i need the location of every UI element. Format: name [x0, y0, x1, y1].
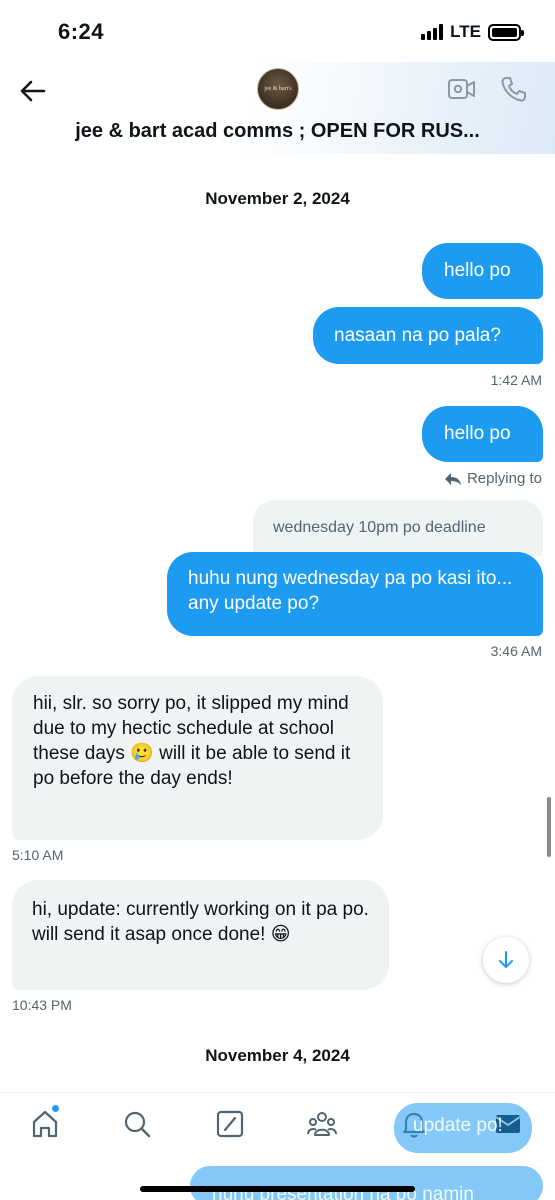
nav-home[interactable] [28, 1107, 62, 1141]
search-icon [124, 1111, 151, 1138]
sent-message[interactable]: hello po [422, 243, 543, 299]
sent-message[interactable]: hello po [422, 406, 543, 462]
status-bar: 6:24 LTE [0, 0, 555, 62]
scroll-to-bottom-button[interactable] [483, 937, 529, 983]
chat-header: jee & bart's jee & bart acad comms ; OPE… [0, 62, 555, 154]
signal-icon [421, 24, 444, 40]
voice-call-button[interactable] [500, 75, 528, 108]
sent-message[interactable]: nasaan na po pala? [313, 307, 543, 364]
message-timestamp: 1:42 AM [490, 372, 542, 388]
grok-icon [216, 1110, 244, 1138]
nav-communities[interactable] [305, 1107, 339, 1141]
communities-icon [307, 1112, 337, 1136]
overlay-message[interactable]: update po! [394, 1103, 532, 1153]
bottom-nav: update po! nunu presentation na po namin [0, 1092, 555, 1200]
nav-grok[interactable] [213, 1107, 247, 1141]
date-separator: November 2, 2024 [205, 189, 350, 208]
battery-icon [488, 23, 524, 41]
status-time: 6:24 [58, 19, 105, 44]
video-call-button[interactable] [447, 77, 477, 106]
date-separator: November 4, 2024 [205, 1046, 350, 1065]
avatar-label: jee & bart's [264, 86, 292, 92]
received-message[interactable]: hii, slr. so sorry po, it slipped my min… [12, 676, 383, 840]
overlay-message[interactable]: nunu presentation na po namin [190, 1166, 543, 1200]
back-arrow-icon [20, 80, 46, 102]
message-timestamp: 3:46 AM [490, 643, 542, 659]
quoted-message[interactable]: wednesday 10pm po deadline [253, 500, 543, 556]
video-camera-icon [448, 79, 475, 99]
chat-title[interactable]: jee & bart acad comms ; OPEN FOR RUS... [0, 120, 555, 143]
replying-indicator: Replying to [444, 470, 542, 487]
message-timestamp: 10:43 PM [12, 997, 72, 1013]
avatar[interactable]: jee & bart's [257, 68, 299, 110]
network-type: LTE [450, 22, 481, 41]
replying-to-label: Replying to [466, 470, 542, 487]
nav-search[interactable] [120, 1107, 154, 1141]
back-button[interactable] [18, 76, 48, 106]
arrow-down-icon [499, 951, 513, 968]
message-timestamp: 5:10 AM [12, 847, 64, 863]
status-indicators: LTE [421, 22, 524, 42]
sent-message[interactable]: huhu nung wednesday pa po kasi ito... an… [167, 552, 543, 636]
phone-icon [501, 77, 526, 102]
home-icon [32, 1110, 58, 1138]
scrollbar[interactable] [547, 797, 551, 857]
notification-dot [52, 1105, 59, 1112]
home-indicator[interactable] [140, 1186, 415, 1192]
received-message[interactable]: hi, update: currently working on it pa p… [12, 880, 389, 990]
reply-arrow-icon [444, 472, 461, 485]
